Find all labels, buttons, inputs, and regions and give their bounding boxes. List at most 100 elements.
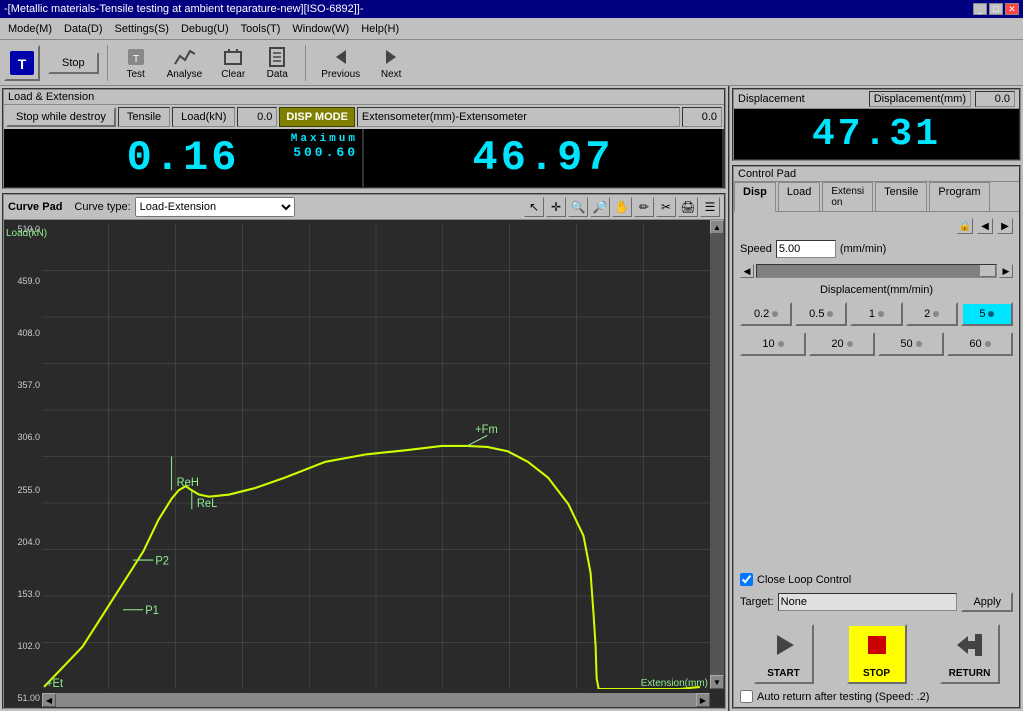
start-icon bbox=[769, 630, 799, 666]
print-btn[interactable]: 🖨 bbox=[678, 197, 698, 217]
stop-while-destroy-btn[interactable]: Stop while destroy bbox=[6, 107, 116, 127]
slider-right-btn[interactable]: ▶ bbox=[999, 264, 1013, 278]
load-value: 0.0 bbox=[237, 107, 277, 127]
scissors-btn[interactable]: ✂ bbox=[656, 197, 676, 217]
y-axis-labels: 510.0 459.0 408.0 357.0 306.0 255.0 204.… bbox=[4, 220, 42, 707]
minimize-button[interactable]: _ bbox=[973, 3, 987, 15]
crosshair-tool-btn[interactable]: ✛ bbox=[546, 197, 566, 217]
close-loop-checkbox[interactable] bbox=[740, 573, 753, 586]
preset-0-2[interactable]: 0.2 bbox=[740, 302, 792, 326]
display-2: 46.97 bbox=[364, 129, 724, 187]
menu-help[interactable]: Help(H) bbox=[355, 21, 405, 37]
auto-return-checkbox[interactable] bbox=[740, 690, 753, 703]
menu-data[interactable]: Data(D) bbox=[58, 21, 109, 37]
display-1-max: Maximum 500.60 bbox=[291, 133, 358, 160]
preset-0-5[interactable]: 0.5 bbox=[795, 302, 847, 326]
tab-program[interactable]: Program bbox=[929, 182, 989, 211]
disp-mode-btn[interactable]: DISP MODE bbox=[279, 107, 355, 127]
displacement-section: Displacement Displacement(mm) 0.0 47.31 bbox=[732, 88, 1021, 161]
settings-tool-btn[interactable]: ☰ bbox=[700, 197, 720, 217]
close-button[interactable]: ✕ bbox=[1005, 3, 1019, 15]
svg-text:ReL: ReL bbox=[197, 498, 217, 510]
test-icon: T bbox=[124, 46, 148, 69]
extensometer-label: Extensometer(mm)-Extensometer bbox=[357, 107, 680, 127]
speed-input[interactable] bbox=[776, 240, 836, 258]
toolbar-test-btn[interactable]: T Test bbox=[116, 43, 156, 83]
control-pad-label: Control Pad bbox=[738, 168, 796, 180]
preset-0-2-dot bbox=[772, 311, 778, 317]
scroll-down-btn[interactable]: ▼ bbox=[710, 675, 724, 689]
toolbar: T Stop T Test Analyse Clear Data Previou… bbox=[0, 40, 1023, 86]
tab-load[interactable]: Load bbox=[778, 182, 820, 211]
max-value: 500.60 bbox=[293, 145, 358, 160]
menu-debug[interactable]: Debug(U) bbox=[175, 21, 235, 37]
preset-2[interactable]: 2 bbox=[906, 302, 958, 326]
preset-1[interactable]: 1 bbox=[850, 302, 902, 326]
apply-button[interactable]: Apply bbox=[961, 592, 1013, 612]
lock-icon[interactable]: 🔒 bbox=[957, 218, 973, 234]
app-icon: T bbox=[4, 45, 40, 81]
preset-1-dot bbox=[878, 311, 884, 317]
toolbar-previous-btn[interactable]: Previous bbox=[314, 43, 367, 83]
next-icon bbox=[379, 46, 403, 69]
select-tool-btn[interactable]: ↖ bbox=[524, 197, 544, 217]
stop-ctrl-btn[interactable]: STOP bbox=[847, 624, 907, 684]
menu-mode[interactable]: Mode(M) bbox=[2, 21, 58, 37]
menu-tools[interactable]: Tools(T) bbox=[235, 21, 287, 37]
toolbar-next-btn[interactable]: Next bbox=[371, 43, 411, 83]
auto-return-text: Auto return after testing (Speed: .2) bbox=[757, 691, 929, 703]
load-kn-label: Load(kN) bbox=[172, 107, 235, 127]
preset-50[interactable]: 50 bbox=[878, 332, 944, 356]
led-row: Stop while destroy Tensile Load(kN) 0.0 … bbox=[4, 105, 724, 129]
y-axis-title: Load(kN) bbox=[6, 228, 47, 239]
pan-btn[interactable]: ✋ bbox=[612, 197, 632, 217]
close-loop-label[interactable]: Close Loop Control bbox=[740, 573, 851, 586]
stop-button[interactable]: Stop bbox=[48, 52, 99, 74]
scroll-left-btn[interactable]: ◀ bbox=[42, 693, 56, 707]
zoom-out-btn[interactable]: 🔎 bbox=[590, 197, 610, 217]
menu-window[interactable]: Window(W) bbox=[286, 21, 355, 37]
start-btn[interactable]: START bbox=[754, 624, 814, 684]
zoom-in-btn[interactable]: 🔍 bbox=[568, 197, 588, 217]
displacement-display: 47.31 bbox=[734, 109, 1019, 159]
return-btn[interactable]: RETURN bbox=[940, 624, 1000, 684]
displacement-mm-label: Displacement(mm) bbox=[869, 91, 971, 107]
control-pad: Control Pad Disp Load Extension Tensile … bbox=[732, 165, 1021, 709]
maximize-button[interactable]: □ bbox=[989, 3, 1003, 15]
y-label-51: 51.00 bbox=[6, 693, 40, 703]
auto-return-label[interactable]: Auto return after testing (Speed: .2) bbox=[740, 690, 929, 703]
close-loop-row: Close Loop Control bbox=[740, 573, 1013, 586]
stop-icon bbox=[862, 630, 892, 666]
previous-icon bbox=[329, 46, 353, 69]
y-label-408: 408.0 bbox=[6, 328, 40, 338]
preset-5[interactable]: 5 bbox=[961, 302, 1013, 326]
pencil-btn[interactable]: ✏ bbox=[634, 197, 654, 217]
slider-thumb[interactable] bbox=[980, 265, 996, 277]
scroll-right-btn[interactable]: ▶ bbox=[696, 693, 710, 707]
menu-settings[interactable]: Settings(S) bbox=[109, 21, 175, 37]
toolbar-data-btn[interactable]: Data bbox=[257, 43, 297, 83]
toolbar-analyse-btn[interactable]: Analyse bbox=[160, 43, 210, 83]
tab-tensile[interactable]: Tensile bbox=[875, 182, 927, 211]
preset-20[interactable]: 20 bbox=[809, 332, 875, 356]
displacement-section-label: Displacement bbox=[738, 93, 805, 105]
slider-left-btn[interactable]: ◀ bbox=[740, 264, 754, 278]
tab-disp[interactable]: Disp bbox=[734, 182, 776, 212]
y-label-255: 255.0 bbox=[6, 485, 40, 495]
svg-text:P1: P1 bbox=[145, 605, 159, 617]
slider-track[interactable] bbox=[756, 264, 997, 278]
target-input[interactable] bbox=[778, 593, 958, 611]
curve-type-select[interactable]: Load-Extension Load-Displacement Stress-… bbox=[135, 197, 295, 217]
scroll-up-btn[interactable]: ▲ bbox=[710, 220, 724, 234]
preset-60[interactable]: 60 bbox=[947, 332, 1013, 356]
toolbar-clear-btn[interactable]: Clear bbox=[213, 43, 253, 83]
stop-ctrl-label: STOP bbox=[863, 668, 890, 679]
nav-prev-btn[interactable]: ◀ bbox=[977, 218, 993, 234]
nav-next-btn[interactable]: ▶ bbox=[997, 218, 1013, 234]
preset-10[interactable]: 10 bbox=[740, 332, 806, 356]
chart-scrollbar-h: ◀ ▶ bbox=[42, 693, 710, 707]
tab-extension[interactable]: Extension bbox=[822, 182, 873, 211]
tab-extension-label: Extension bbox=[831, 186, 864, 208]
curve-pad-section-label: Curve Pad bbox=[8, 201, 62, 213]
left-panel: Load & Extension Stop while destroy Tens… bbox=[0, 86, 728, 711]
